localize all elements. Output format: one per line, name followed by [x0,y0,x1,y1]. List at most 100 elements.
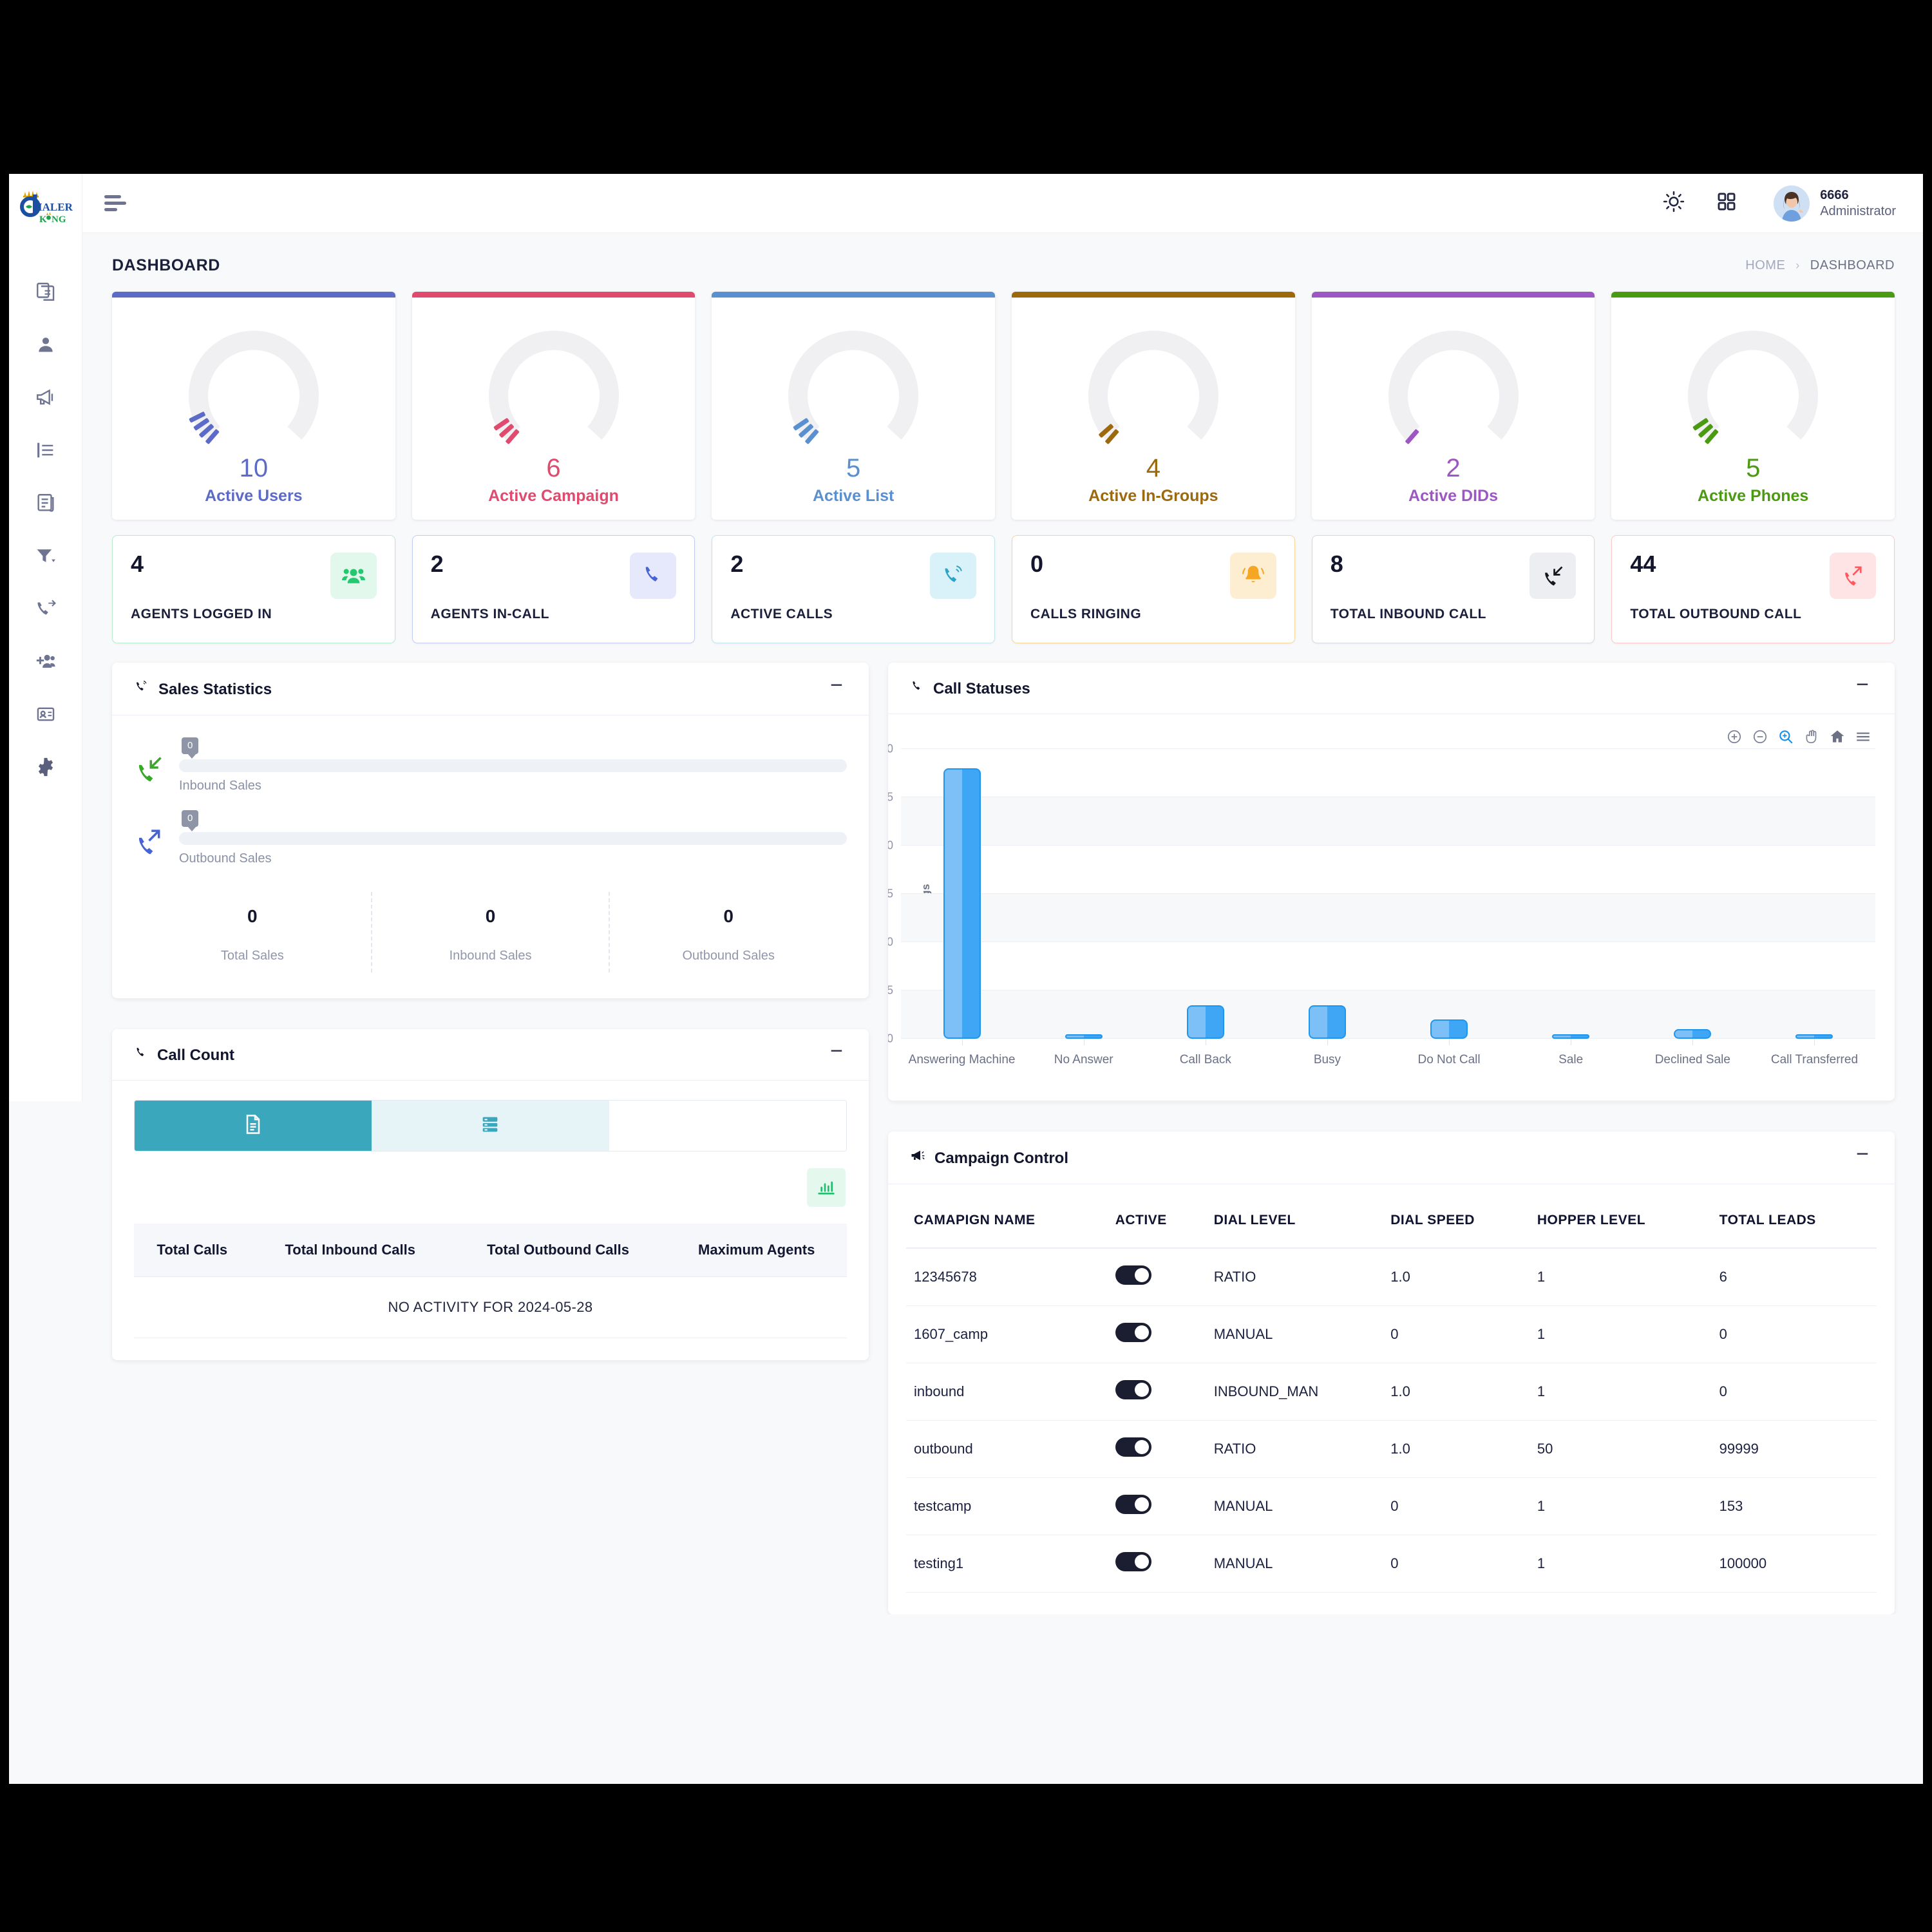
sales-bar-label: Inbound Sales [179,779,261,793]
user-menu[interactable]: 6666 Administrator [1774,185,1896,222]
chart-bar[interactable] [1552,1034,1590,1039]
gauge-label: Active Users [205,487,303,505]
call-count-column-header: Total Calls [134,1224,251,1277]
sidebar-item-lists[interactable] [9,424,82,477]
chart-bar[interactable] [1430,1019,1468,1039]
campaign-total-leads: 100000 [1711,1535,1877,1593]
breadcrumb: HOME › DASHBOARD [1745,258,1895,273]
svg-text:IALER: IALER [38,201,73,213]
page-header: DASHBOARD HOME › DASHBOARD [103,233,1904,292]
table-row: 1607_camp MANUAL 0 1 0 [906,1305,1877,1363]
sidebar-item-settings[interactable] [9,741,82,793]
sales-bar-list: 0 Inbound Sales 0 Outbound Sales [134,737,847,866]
menu-icon[interactable] [1855,728,1871,745]
phone-icon [134,1046,148,1065]
stat-card: 2 ACTIVE CALLS [712,535,996,643]
campaign-dial-speed: 1.0 [1383,1420,1530,1478]
campaign-active-toggle[interactable] [1115,1552,1151,1571]
sidebar-item-add-agents[interactable] [9,635,82,688]
table-row: inbound INBOUND_MAN 1.0 1 0 [906,1363,1877,1421]
add-users-icon [35,650,57,672]
chart-y-tick: 0 [888,1032,893,1045]
call-outbound-icon [1830,553,1877,599]
call-statuses-collapse-button[interactable]: − [1852,674,1873,698]
chart-bar[interactable] [1308,1005,1346,1039]
gauge-dial-icon [479,314,629,453]
pan-icon[interactable] [1803,728,1820,745]
sidebar-item-documents[interactable] [9,265,82,318]
zoom-out-icon[interactable] [1752,728,1768,745]
zoom-in-icon[interactable] [1726,728,1743,745]
gauge-label: Active In-Groups [1088,487,1218,505]
campaign-dial-level: INBOUND_MAN [1206,1363,1383,1421]
theme-toggle-button[interactable] [1662,189,1686,217]
sidebar-item-call-transfer[interactable] [9,582,82,635]
menu-toggle-button[interactable] [104,192,126,214]
sales-total-value: 0 [723,906,734,926]
application-window: IALER K NG 6666 Administrator DASHBOARD … [9,174,1923,1784]
sidebar-item-filter[interactable] [9,529,82,582]
selection-zoom-icon[interactable] [1777,728,1794,745]
apps-grid-button[interactable] [1716,191,1738,216]
campaign-active-toggle[interactable] [1115,1437,1151,1457]
stat-card: 44 TOTAL OUTBOUND CALL [1611,535,1895,643]
tab-empty[interactable] [609,1101,846,1151]
gauge-dial-icon [1678,314,1828,453]
chart-x-tick: No Answer [1054,1053,1113,1066]
sidebar-item-reports[interactable] [9,477,82,529]
chart-bar[interactable] [1186,1005,1224,1039]
home-reset-icon[interactable] [1829,728,1846,745]
campaign-active-toggle[interactable] [1115,1380,1151,1399]
sidebar-item-user[interactable] [9,318,82,371]
svg-text:K: K [39,214,47,225]
call-count-collapse-button[interactable]: − [826,1040,847,1065]
gauge-accent-bar [1311,292,1595,298]
gauge-card: 6 Active Campaign [412,292,696,520]
gauge-label: Active List [812,487,895,505]
brand-logo[interactable]: IALER K NG [9,174,82,233]
call-statuses-chart: servings 051015202530 Answering Machine … [888,714,1895,1101]
megaphone-icon [35,386,57,408]
sales-statistics-collapse-button[interactable]: − [826,674,847,699]
chart-bar[interactable] [1065,1034,1103,1039]
call-count-chart-toggle[interactable] [807,1168,846,1207]
avatar [1774,185,1810,222]
campaign-table-body: 12345678 RATIO 1.0 1 6 1607_camp MANUAL 0… [906,1248,1877,1593]
sales-total-item: 0 Inbound Sales [370,892,609,972]
chart-bars: Answering Machine No Answer Call Back Bu… [901,749,1875,1066]
tab-server[interactable] [372,1101,609,1151]
chart-bar[interactable] [943,768,981,1039]
sidebar-nav [9,265,82,793]
call-count-title: Call Count [157,1046,234,1064]
gauge-dial-icon [779,314,928,453]
chart-x-tickmark [1814,1039,1815,1045]
campaign-active-toggle[interactable] [1115,1323,1151,1342]
chart-bar[interactable] [1674,1029,1712,1039]
breadcrumb-home[interactable]: HOME [1745,258,1785,273]
chart-bar[interactable] [1795,1034,1833,1039]
left-column: Sales Statistics − 0 Inbound Sales 0 Out… [112,663,869,1360]
chart-bar-cell: Busy [1266,749,1388,1066]
documents-icon [35,281,57,303]
phone-icon [630,553,677,599]
stat-card: 8 TOTAL INBOUND CALL [1311,535,1595,643]
campaign-total-leads: 0 [1711,1305,1877,1363]
sidebar-item-id-card[interactable] [9,688,82,741]
campaign-hopper-level: 1 [1529,1477,1712,1535]
sales-total-value: 0 [485,906,496,926]
call-inbound-icon [134,737,165,787]
sales-statistics-panel: Sales Statistics − 0 Inbound Sales 0 Out… [112,663,869,998]
gauge-dial-icon [179,314,328,453]
campaign-active-toggle[interactable] [1115,1495,1151,1514]
sidebar-item-campaign[interactable] [9,371,82,424]
gauge-body: 6 Active Campaign [412,298,696,506]
chart-y-tick: 10 [888,935,893,949]
campaign-active-toggle[interactable] [1115,1265,1151,1285]
chart-y-tick: 20 [888,838,893,852]
gauge-value: 5 [1746,454,1761,482]
campaign-control-collapse-button[interactable]: − [1852,1143,1873,1168]
tab-report[interactable] [135,1101,372,1151]
chart-x-tickmark [961,1039,963,1045]
campaign-total-leads: 153 [1711,1477,1877,1535]
sidebar: IALER K NG [9,174,82,1101]
